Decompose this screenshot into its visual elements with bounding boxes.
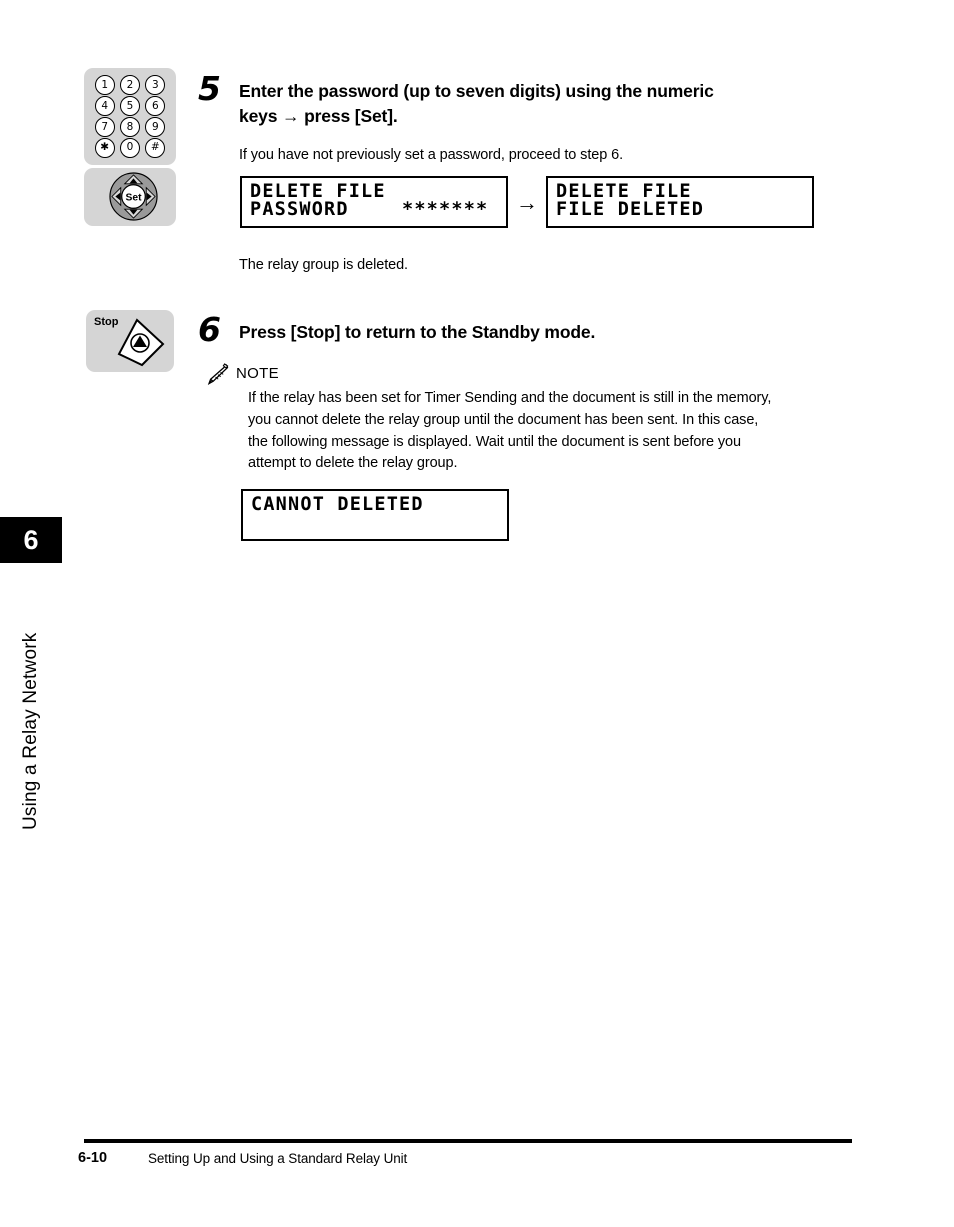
chapter-tab-number: 6	[0, 517, 62, 563]
note-body-line-3: the following message is displayed. Wait…	[248, 433, 741, 450]
note-body-line-1: If the relay has been set for Timer Send…	[248, 390, 772, 406]
keypad-key-0: 0	[119, 137, 140, 158]
note-body: If the relay has been set for Timer Send…	[248, 388, 858, 475]
keypad-key-hash: #	[145, 137, 166, 158]
step-5-result: The relay group is deleted.	[239, 257, 408, 273]
keypad-key-9: 9	[145, 116, 166, 137]
step-6-number: 6	[198, 310, 221, 349]
keypad-key-8: 8	[119, 116, 140, 137]
step-5-body: If you have not previously set a passwor…	[239, 147, 624, 163]
lcd-cannot-deleted: CANNOT DELETED	[241, 489, 509, 541]
keypad-key-7: 7	[94, 116, 115, 137]
keypad-key-6: 6	[145, 96, 166, 117]
footer-section-title: Setting Up and Using a Standard Relay Un…	[148, 1151, 408, 1166]
stop-key-icon: Stop	[86, 310, 174, 372]
step-5-number: 5	[198, 69, 221, 108]
numeric-keypad-grid: 1 2 3 4 5 6 7 8 9 ✱ 0 #	[92, 75, 168, 158]
stop-key-shape-icon	[117, 318, 165, 367]
step-5-title-line-2: keys → press [Set].	[239, 105, 398, 126]
note-label: NOTE	[236, 365, 279, 382]
note-body-line-2: you cannot delete the relay group until …	[248, 411, 759, 428]
keypad-key-asterisk: ✱	[94, 137, 115, 158]
set-key-dial-icon: Set	[109, 172, 158, 221]
keypad-key-1: 1	[94, 75, 115, 96]
footer-rule	[84, 1139, 852, 1143]
lcd-cannot-deleted-line-1: CANNOT DELETED	[251, 494, 424, 515]
step-5-title-line-1: Enter the password (up to seven digits) …	[239, 81, 714, 101]
step-5-title: Enter the password (up to seven digits) …	[239, 79, 839, 129]
lcd-password-line-2: PASSWORD	[250, 199, 349, 220]
lcd-password-prompt: DELETE FILE PASSWORD *******	[240, 176, 508, 228]
keypad-key-4: 4	[94, 96, 115, 117]
numeric-keypad-icon: 1 2 3 4 5 6 7 8 9 ✱ 0 #	[84, 68, 176, 165]
keypad-key-3: 3	[145, 75, 166, 96]
lcd-password-masked-value: *******	[402, 199, 489, 220]
lcd-file-deleted-line-2: FILE DELETED	[556, 199, 705, 220]
keypad-key-5: 5	[119, 96, 140, 117]
keypad-key-2: 2	[119, 75, 140, 96]
set-key-icon: Set	[84, 168, 176, 226]
svg-text:Set: Set	[126, 192, 143, 203]
step-6-title: Press [Stop] to return to the Standby mo…	[239, 322, 596, 342]
chapter-tab-title: Using a Relay Network	[20, 632, 41, 830]
flow-arrow-icon: →	[516, 190, 538, 215]
footer-page-number: 6-10	[78, 1150, 108, 1166]
lcd-file-deleted: DELETE FILE FILE DELETED	[546, 176, 814, 228]
note-body-line-4: attempt to delete the relay group.	[248, 455, 458, 472]
pencil-note-icon	[207, 363, 229, 386]
